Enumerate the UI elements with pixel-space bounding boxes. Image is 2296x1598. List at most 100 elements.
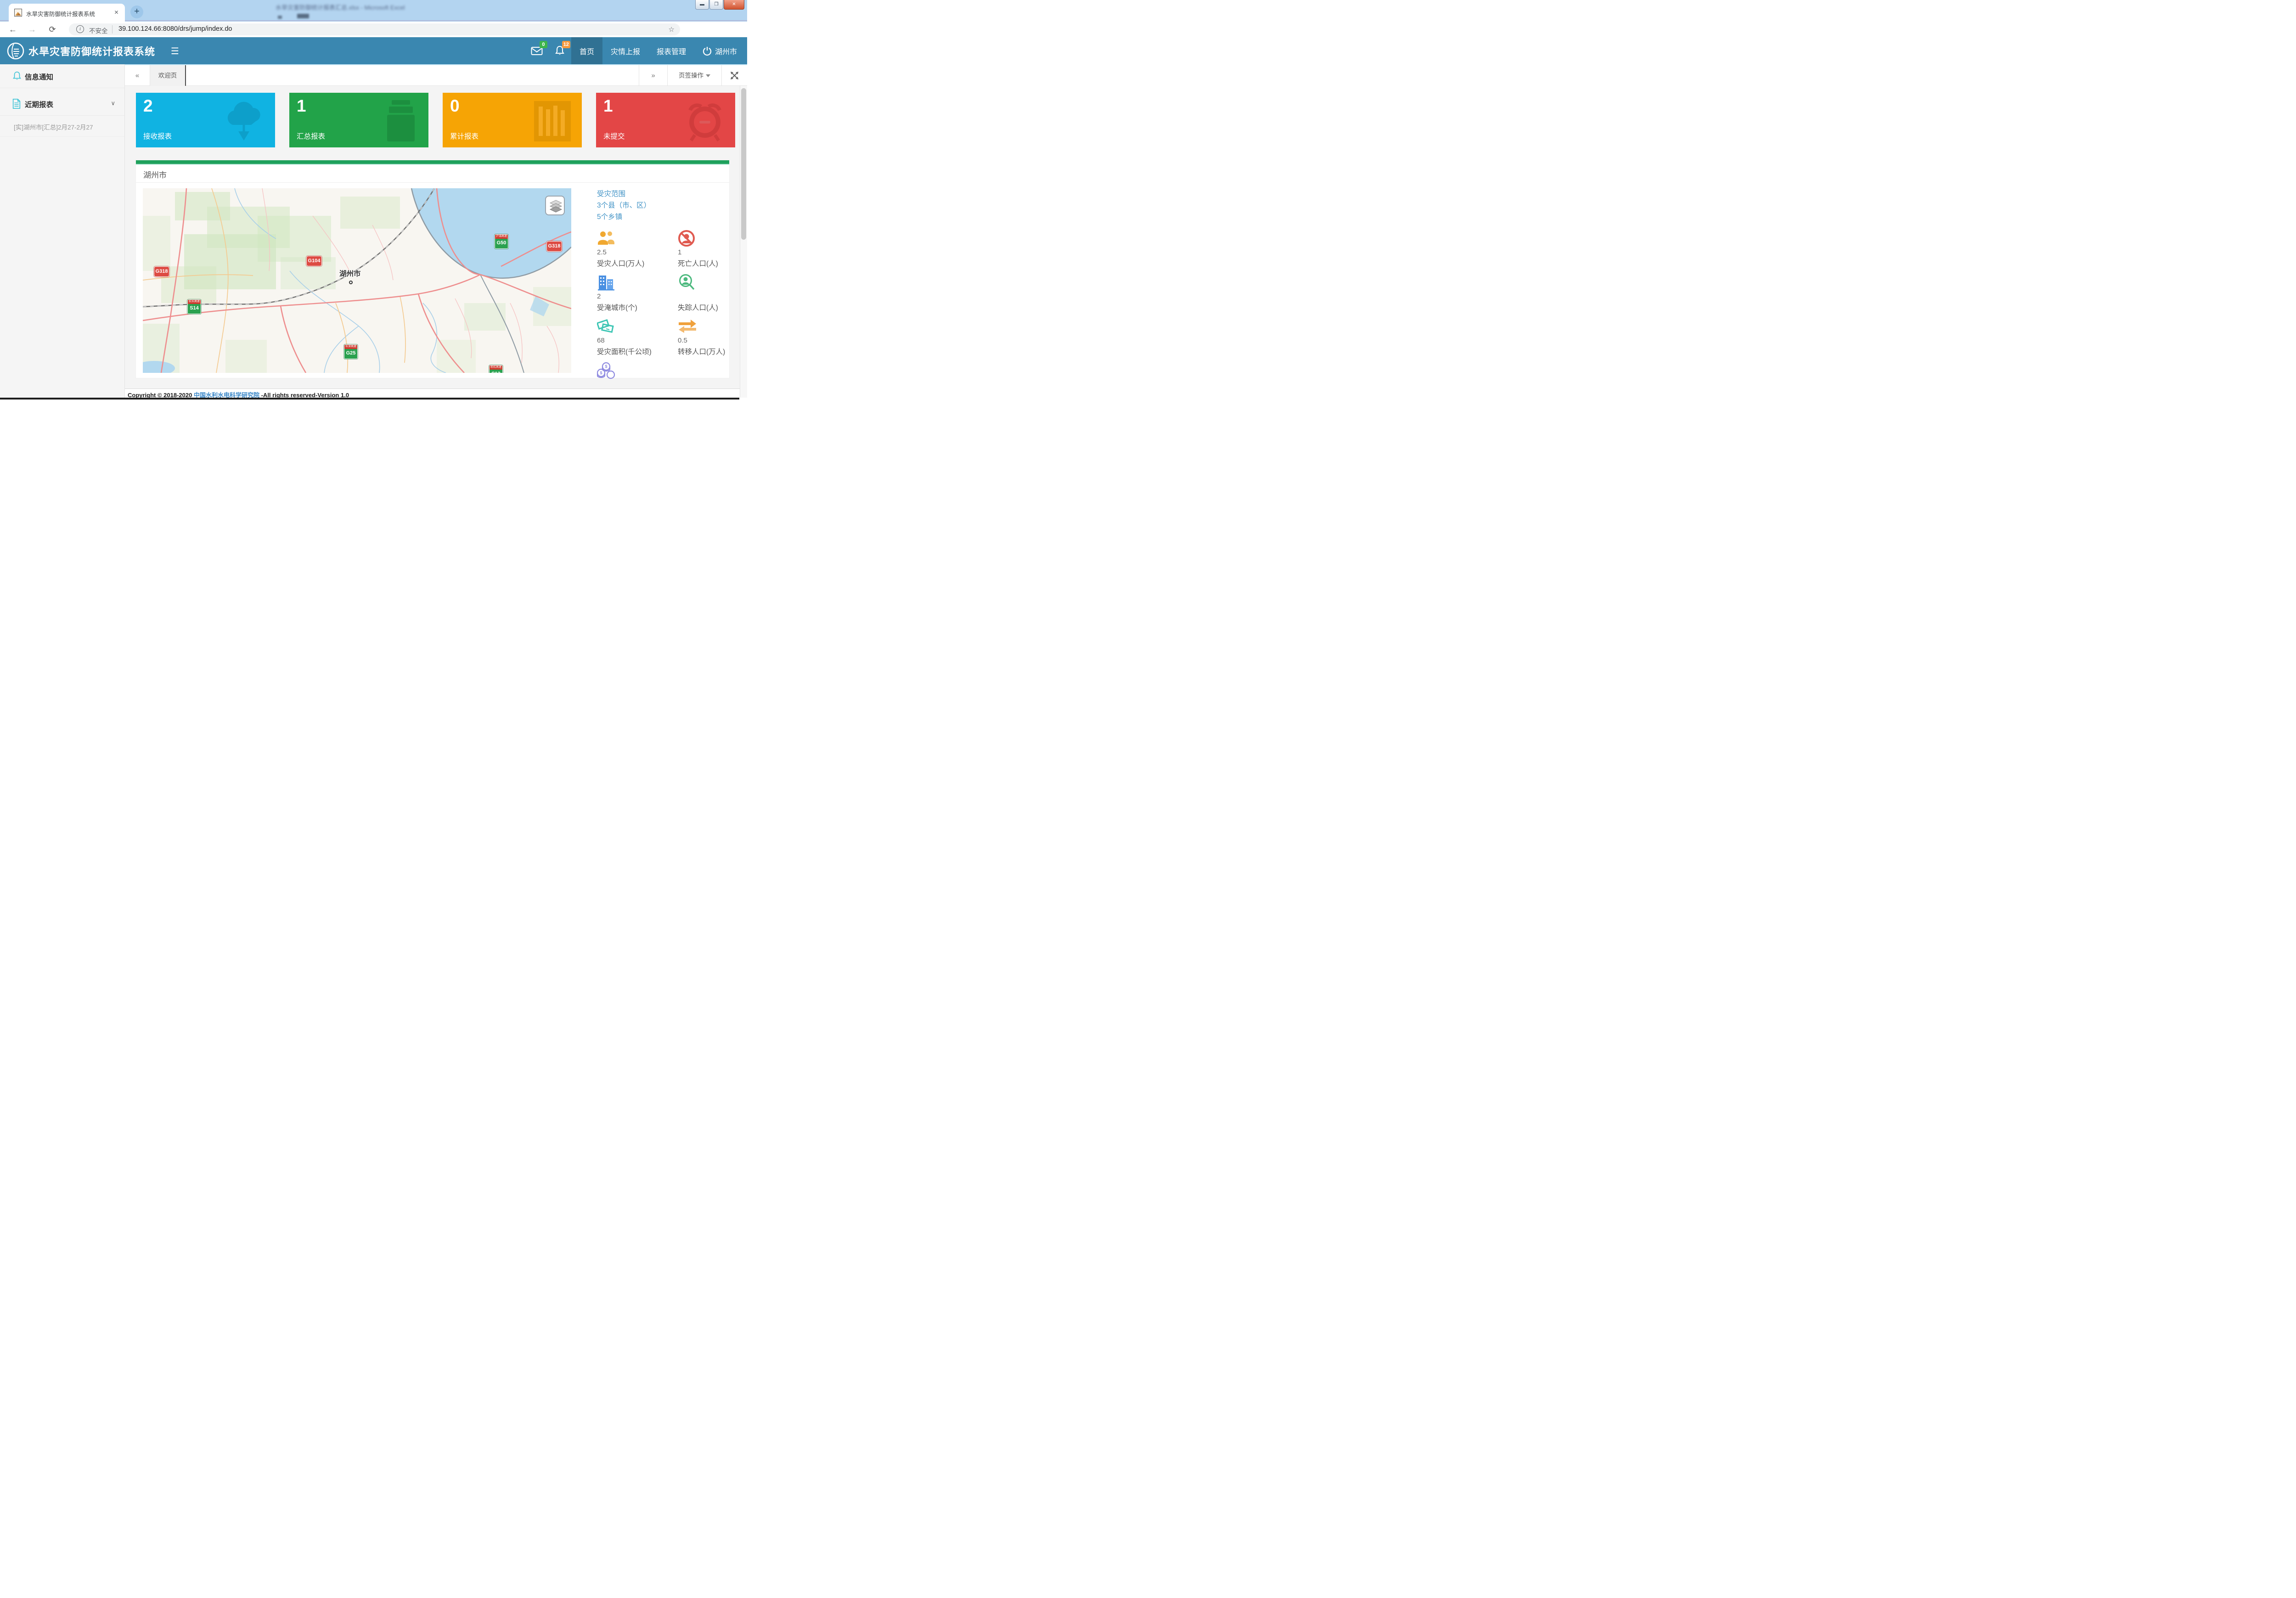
card-received-reports[interactable]: 2 接收报表 <box>136 93 275 147</box>
caret-down-icon <box>706 74 710 77</box>
missing-person-search-icon <box>678 274 696 292</box>
card-not-submitted[interactable]: 1 未提交 <box>596 93 735 147</box>
forward-button[interactable]: → <box>26 23 39 36</box>
road-shield-G318: G318 <box>546 241 562 252</box>
sidebar-report-item[interactable]: [实]湖州市[汇总]2月27-2月27 <box>0 116 124 137</box>
coins-icon: $$ <box>597 362 617 380</box>
road-shield-S13: 练杭高速S13 <box>489 365 503 373</box>
new-tab-button[interactable]: + <box>130 6 143 18</box>
affected-area-icon <box>597 318 617 336</box>
card-cumulative-reports[interactable]: 0 累计报表 <box>443 93 582 147</box>
summary-cards: 2 接收报表 1 汇总报表 0 累计报表 <box>136 93 735 147</box>
window-close-button[interactable]: ✕ <box>724 0 744 10</box>
stat-affected-area: 68 受灾面积(千公顷) <box>597 317 678 361</box>
logout-region-button[interactable]: 湖州市 <box>694 37 743 64</box>
site-favicon-icon <box>14 9 22 17</box>
map-layers-button[interactable] <box>545 196 565 215</box>
main-content: 2 接收报表 1 汇总报表 0 累计报表 <box>125 86 740 388</box>
security-label: 不安全 <box>89 26 108 35</box>
browser-toolbar: ← → ⟳ i 不安全 39.100.124.66:8080/drs/jump/… <box>0 22 747 37</box>
layers-icon <box>549 199 563 214</box>
background-blur-artifact <box>297 14 309 18</box>
road-shield-G25: 长深高速G25 <box>344 344 358 359</box>
svg-text:$: $ <box>600 371 602 375</box>
user-region-label: 湖州市 <box>715 45 737 56</box>
road-shield-G50: 沪渝高速G50 <box>495 234 508 249</box>
card-summary-reports[interactable]: 1 汇总报表 <box>289 93 428 147</box>
disaster-map[interactable]: G318G104沪渝高速G50G318杭长高速S14长深高速G25练杭高速S13… <box>143 188 571 373</box>
stat-affected-population: 2.5 受灾人口(万人) <box>597 229 678 273</box>
stat-deaths: 1 死亡人口(人) <box>678 229 730 273</box>
sidebar: 信息通知 近期报表 ∨ [实]湖州市[汇总]2月27-2月27 <box>0 64 125 398</box>
window-minimize-button[interactable]: ▬ <box>695 0 709 10</box>
chevron-down-icon[interactable]: ∨ <box>111 100 115 107</box>
tabs-scroll-right-button[interactable]: » <box>639 65 667 86</box>
reload-button[interactable]: ⟳ <box>46 23 59 36</box>
page-tab-strip: « 欢迎页 » 页签操作 <box>125 64 747 86</box>
page-info-icon[interactable]: i <box>76 25 84 33</box>
notifications-button[interactable]: 12 <box>548 37 571 64</box>
bar-chart-icon <box>529 97 575 143</box>
app-title: 水旱灾害防御统计报表系统 <box>28 44 155 58</box>
screen: 水旱灾害防御统计报表汇总.xlsx - Microsoft Excel ▬ ❐ … <box>0 0 747 400</box>
document-icon <box>12 99 21 109</box>
mail-button[interactable]: 0 <box>525 37 548 64</box>
stat-missing-persons: 失踪人口(人) <box>678 273 730 317</box>
road-shield-G318: G318 <box>154 266 169 277</box>
browser-tab-title: 水旱灾害防御统计报表系统 <box>26 9 111 18</box>
tab-welcome-page[interactable]: 欢迎页 <box>150 65 186 86</box>
tab-operations-dropdown[interactable]: 页签操作 <box>667 65 721 86</box>
disaster-stats: 受灾范围 3个县（市、区） 5个乡镇 2.5 受灾人口(万人) 1 死亡人口(人… <box>597 188 730 382</box>
address-bar[interactable]: i 不安全 39.100.124.66:8080/drs/jump/index.… <box>69 23 680 35</box>
people-group-icon <box>597 230 615 246</box>
range-counties: 3个县（市、区） <box>597 200 730 211</box>
buildings-icon <box>597 274 615 291</box>
window-controls: ▬ ❐ ✕ <box>695 0 744 10</box>
window-restore-button[interactable]: ❐ <box>709 0 723 10</box>
scrollbar-thumb[interactable] <box>741 88 746 240</box>
map-shield-layer: G318G104沪渝高速G50G318杭长高速S14长深高速G25练杭高速S13 <box>143 188 571 373</box>
map-city-marker <box>349 281 353 284</box>
road-shield-S14: 杭长高速S14 <box>187 299 201 314</box>
fullscreen-toggle-button[interactable] <box>721 65 747 86</box>
bookmark-star-icon[interactable]: ☆ <box>669 25 675 34</box>
stat-relocated-population: 0.5 转移人口(万人) <box>678 317 730 361</box>
background-blur-artifact <box>278 16 282 19</box>
map-city-label: 湖州市 <box>339 268 361 278</box>
nav-disaster-report[interactable]: 灾情上报 <box>602 37 648 64</box>
divider <box>136 182 729 183</box>
tab-close-icon[interactable]: ✕ <box>113 9 120 17</box>
archive-box-icon <box>380 97 422 143</box>
range-townships: 5个乡镇 <box>597 211 730 223</box>
death-icon <box>678 230 695 247</box>
sidebar-recent-reports-label: 近期报表 <box>25 99 53 109</box>
app-logo-icon <box>6 42 25 60</box>
background-window-title: 水旱灾害防御统计报表汇总.xlsx - Microsoft Excel <box>276 3 405 11</box>
range-title: 受灾范围 <box>597 188 730 200</box>
nav-report-management[interactable]: 报表管理 <box>648 37 694 64</box>
svg-text:$: $ <box>605 364 607 369</box>
region-panel: 湖州市 <box>136 160 729 378</box>
transfer-arrows-icon <box>678 318 697 333</box>
alarm-clock-icon <box>681 96 729 144</box>
sidebar-notifications-label: 信息通知 <box>25 72 53 82</box>
app-header: 水旱灾害防御统计报表系统 ☰ 0 12 首页 灾情上报 报表管理 湖州市 <box>0 37 747 64</box>
power-icon <box>703 46 712 56</box>
browser-tab-bar: 水旱灾害防御统计报表汇总.xlsx - Microsoft Excel ▬ ❐ … <box>0 0 747 22</box>
region-panel-title: 湖州市 <box>143 169 167 180</box>
notifications-badge: 12 <box>562 41 570 48</box>
url-text[interactable]: 39.100.124.66:8080/drs/jump/index.do <box>118 25 232 33</box>
cloud-download-icon <box>221 98 269 142</box>
screen-edge-strip <box>0 398 739 400</box>
browser-tab[interactable]: 水旱灾害防御统计报表系统 ✕ <box>9 4 125 22</box>
tabs-scroll-left-button[interactable]: « <box>125 65 150 86</box>
back-button[interactable]: ← <box>6 23 19 36</box>
sidebar-item-recent-reports[interactable]: 近期报表 ∨ <box>0 92 124 116</box>
sidebar-item-notifications[interactable]: 信息通知 <box>0 64 124 88</box>
page-scrollbar[interactable] <box>740 86 747 398</box>
nav-home[interactable]: 首页 <box>571 37 602 64</box>
expand-arrows-icon <box>730 71 739 80</box>
divider <box>112 25 113 34</box>
sidebar-toggle-icon[interactable]: ☰ <box>171 45 179 57</box>
stat-economic-loss-clipped: $$ <box>597 361 678 382</box>
